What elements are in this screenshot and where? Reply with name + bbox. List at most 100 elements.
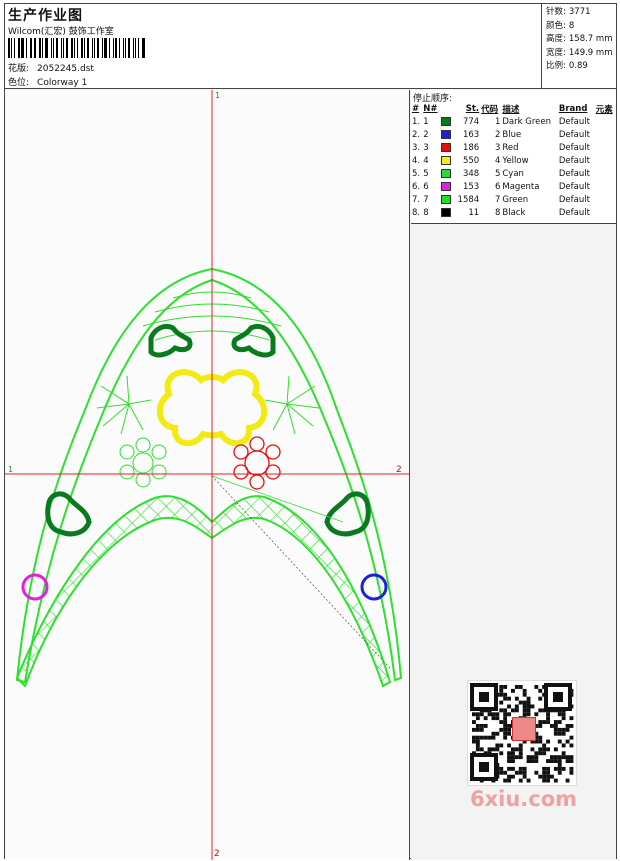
qr-module bbox=[495, 747, 500, 752]
qr-module bbox=[499, 685, 504, 689]
qr-module bbox=[511, 751, 515, 756]
qr-module bbox=[507, 766, 511, 771]
qr-module bbox=[530, 755, 535, 760]
qr-module bbox=[534, 759, 539, 763]
barcode-bar bbox=[10, 38, 12, 58]
barcode-bar bbox=[84, 38, 86, 58]
qr-module bbox=[557, 763, 562, 767]
qr-module bbox=[534, 712, 539, 717]
qr-module bbox=[514, 696, 519, 701]
qr-module bbox=[511, 774, 515, 779]
qr-module bbox=[522, 700, 527, 705]
qr-module bbox=[475, 743, 480, 748]
qr-module bbox=[522, 770, 527, 775]
qr-module bbox=[557, 731, 562, 736]
qr-module bbox=[553, 747, 558, 752]
stop-sequence-panel: 停止顺序: # N# St. 代码 描述 Brand 元素 1. 1 774 1 Dar… bbox=[411, 90, 616, 224]
qr-module bbox=[499, 743, 504, 748]
stat-label: 针数: bbox=[546, 7, 566, 17]
qr-module bbox=[518, 743, 523, 748]
qr-module bbox=[542, 778, 547, 783]
barcode-bar bbox=[13, 38, 15, 58]
row-n: 3 bbox=[423, 142, 429, 153]
barcode-bar bbox=[76, 38, 78, 58]
qr-module bbox=[518, 700, 523, 705]
qr-module bbox=[534, 685, 539, 689]
qr-module bbox=[526, 696, 531, 701]
qr-module bbox=[557, 770, 562, 775]
color-swatch bbox=[440, 193, 453, 206]
barcode-bar bbox=[122, 38, 124, 58]
qr-module bbox=[491, 735, 496, 740]
qr-module bbox=[546, 778, 550, 783]
qr-module bbox=[565, 778, 570, 783]
qr-module bbox=[511, 708, 515, 713]
qr-module bbox=[483, 735, 488, 740]
barcode-bar bbox=[51, 38, 53, 58]
qr-module bbox=[495, 731, 500, 736]
col-desc: 描述 bbox=[502, 104, 520, 115]
barcode-bar bbox=[17, 38, 20, 58]
color-swatch bbox=[440, 128, 453, 141]
stop-sequence-rows: 1. 1 774 1 Dark Green Default 2. 2 163 2 Blue Defau… bbox=[411, 115, 616, 219]
row-desc: Black bbox=[502, 207, 526, 218]
barcode-bar bbox=[70, 38, 73, 58]
qr-module bbox=[507, 727, 511, 732]
qr-module bbox=[561, 755, 566, 760]
color-swatch bbox=[440, 206, 453, 219]
qr-module bbox=[550, 724, 554, 728]
qr-module bbox=[538, 739, 543, 744]
qr-module bbox=[475, 724, 480, 728]
row-code: 4 bbox=[494, 155, 501, 166]
qr-module bbox=[514, 708, 519, 713]
qr-module bbox=[503, 716, 508, 721]
axis-bottom-label: 2 bbox=[214, 849, 220, 859]
qr-module bbox=[526, 704, 531, 709]
qr-module bbox=[522, 688, 527, 693]
qr-module bbox=[479, 735, 484, 740]
qr-module bbox=[511, 688, 515, 693]
qr-module bbox=[542, 770, 547, 775]
qr-module bbox=[507, 724, 511, 728]
stop-sequence-table: # N# St. 代码 描述 Brand 元素 1. 1 774 1 Dark Gree… bbox=[411, 102, 616, 219]
barcode-bar bbox=[94, 38, 96, 58]
qr-module bbox=[561, 731, 566, 736]
qr-module bbox=[503, 692, 508, 697]
qr-module bbox=[530, 747, 535, 752]
row-element bbox=[595, 115, 616, 128]
red-flower bbox=[233, 436, 281, 490]
stat-value: 8 bbox=[568, 20, 575, 31]
qr-module bbox=[479, 727, 484, 732]
stat-label: 比例: bbox=[546, 61, 566, 71]
qr-module bbox=[472, 720, 476, 724]
qr-module bbox=[538, 751, 543, 756]
color-swatch-icon bbox=[441, 116, 452, 126]
axis-left-label: 1 bbox=[8, 465, 13, 474]
row-brand: Default bbox=[558, 142, 590, 153]
dark-green-leaf-left bbox=[45, 491, 92, 537]
stat-scale: 比例: 0.89 bbox=[546, 60, 616, 74]
qr-module bbox=[514, 755, 519, 760]
row-brand: Default bbox=[558, 181, 590, 192]
qr-module bbox=[538, 696, 543, 701]
barcode-bar bbox=[124, 38, 127, 58]
qr-module bbox=[491, 712, 496, 717]
row-brand: Default bbox=[558, 168, 590, 179]
design-canvas[interactable]: 1 1 2 2 bbox=[5, 90, 410, 860]
barcode-bar bbox=[34, 38, 37, 58]
qr-module bbox=[479, 747, 484, 752]
qr-module bbox=[526, 712, 531, 717]
qr-module bbox=[534, 755, 539, 760]
qr-finder-center bbox=[479, 762, 489, 772]
qr-module bbox=[565, 727, 570, 732]
qr-module bbox=[542, 720, 547, 724]
qr-module bbox=[511, 759, 515, 763]
qr-module bbox=[557, 727, 562, 732]
barcode-bar bbox=[60, 38, 62, 58]
barcode-bar bbox=[128, 38, 131, 58]
color-swatch-icon bbox=[441, 142, 452, 152]
row-brand: Default bbox=[558, 129, 590, 140]
barcode-bar bbox=[108, 38, 110, 58]
qr-module bbox=[569, 724, 574, 728]
qr-module bbox=[491, 716, 496, 721]
